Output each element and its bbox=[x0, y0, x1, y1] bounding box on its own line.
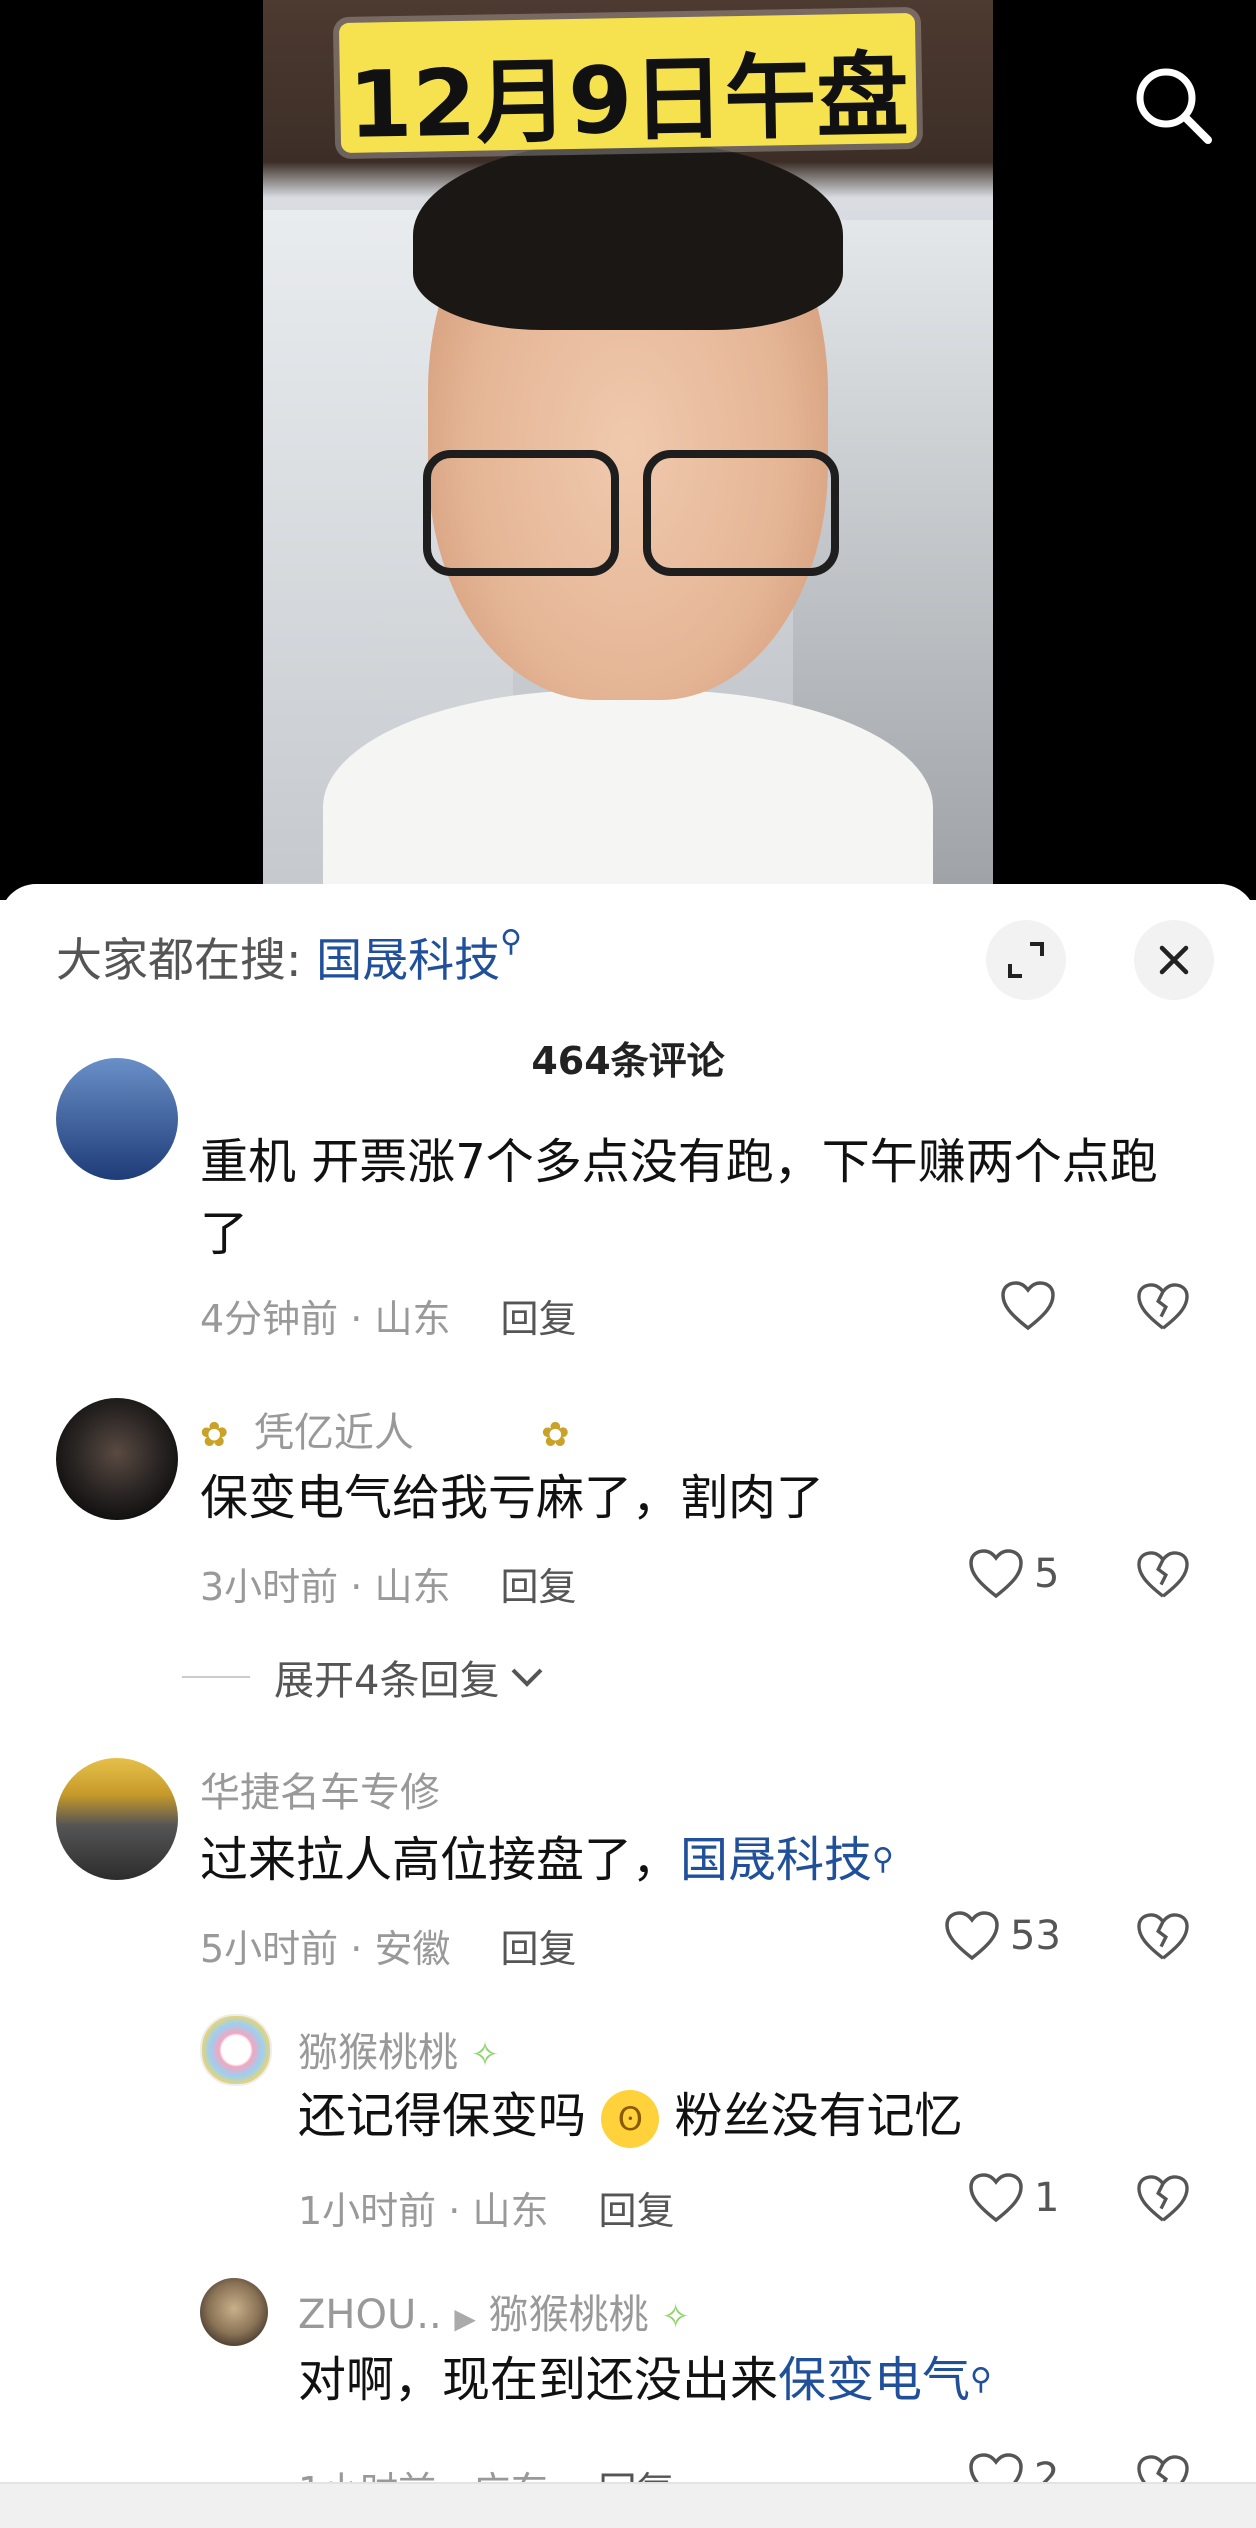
hot-search-label: 大家都在搜: bbox=[56, 933, 302, 987]
comment-location: 安徽 bbox=[374, 1927, 451, 1971]
hot-search-keyword[interactable]: 国晟科技 bbox=[316, 933, 500, 987]
reply-button[interactable]: 回复 bbox=[500, 1927, 576, 1971]
reply-username[interactable]: ZHOU.. ▶ 猕猴桃桃 ✧ bbox=[298, 2282, 690, 2340]
video-title: 12月9日午盘 bbox=[347, 42, 910, 159]
reply-button[interactable]: 回复 bbox=[500, 1565, 576, 1609]
fairy-icon: ✧ bbox=[661, 2297, 690, 2337]
comment-meta: 3小时前 · 山东 回复 bbox=[200, 1565, 577, 1609]
search-icon[interactable] bbox=[1128, 60, 1218, 150]
heart-icon bbox=[945, 1911, 999, 1961]
chevron-down-icon bbox=[512, 1668, 543, 1687]
search-mini-icon: ⚲ bbox=[500, 924, 523, 959]
reply-button[interactable]: 回复 bbox=[500, 1297, 576, 1341]
comment-panel: 大家都在搜: 国晟科技⚲ 464条评论 重机 开票涨7个多点没有跑，下午赚两个点… bbox=[0, 884, 1256, 2526]
avatar[interactable] bbox=[56, 1758, 178, 1880]
heart-icon bbox=[969, 2173, 1023, 2223]
comment-text: 过来拉人高位接盘了，国晟科技⚲ bbox=[200, 1832, 895, 1888]
video-title-banner: 12月9日午盘 bbox=[338, 12, 918, 159]
broken-heart-icon[interactable] bbox=[1136, 1550, 1190, 1604]
topic-link[interactable]: 保变电气 bbox=[778, 2352, 970, 2408]
comment-meta: 5小时前 · 安徽 回复 bbox=[200, 1927, 577, 1971]
comment-username[interactable]: ✿ 凭亿近人 ✿ bbox=[200, 1400, 570, 1458]
close-icon[interactable] bbox=[1134, 920, 1214, 1000]
reply-location: 山东 bbox=[472, 2189, 549, 2233]
bee-icon: ✿ bbox=[541, 1415, 570, 1455]
broken-heart-icon[interactable] bbox=[1136, 1912, 1190, 1966]
like-button[interactable] bbox=[1000, 1280, 1056, 1332]
comment-count: 464条评论 bbox=[531, 1039, 725, 1083]
heart-icon bbox=[1001, 1281, 1055, 1331]
comment-input-bar[interactable] bbox=[0, 2482, 1256, 2528]
person-hair bbox=[413, 140, 843, 330]
avatar[interactable] bbox=[200, 2014, 272, 2086]
avatar[interactable] bbox=[56, 1398, 178, 1520]
comment-text: 重机 开票涨7个多点没有跑，下午赚两个点跑了 bbox=[200, 1134, 1158, 1262]
expand-replies[interactable]: 展开4条回复 bbox=[182, 1648, 547, 1706]
reply-arrow-icon: ▶ bbox=[454, 2302, 476, 2335]
comment-time: 5小时前 bbox=[200, 1927, 339, 1971]
comment-location: 山东 bbox=[374, 1565, 451, 1609]
like-count: 53 bbox=[1010, 1913, 1061, 1959]
search-mini-icon: ⚲ bbox=[872, 1842, 895, 1877]
like-button[interactable]: 1 bbox=[968, 2172, 1059, 2224]
search-mini-icon: ⚲ bbox=[970, 2362, 993, 2397]
like-button[interactable]: 53 bbox=[944, 1910, 1061, 1962]
bee-icon: ✿ bbox=[200, 1415, 229, 1455]
reply-meta: 1小时前 · 山东 回复 bbox=[298, 2189, 675, 2233]
comment-meta: 4分钟前 · 山东 回复 bbox=[200, 1297, 577, 1341]
expand-replies-label: 展开4条回复 bbox=[274, 1658, 500, 1704]
comment-time: 3小时前 bbox=[200, 1565, 339, 1609]
divider bbox=[182, 1676, 250, 1678]
glasses bbox=[413, 450, 843, 576]
avatar[interactable] bbox=[56, 1058, 178, 1180]
avatar[interactable] bbox=[200, 2278, 268, 2346]
comment-text: 保变电气给我亏麻了，割肉了 bbox=[200, 1470, 825, 1526]
heart-icon bbox=[969, 1549, 1023, 1599]
fairy-icon: ✧ bbox=[470, 2035, 500, 2075]
reply-text: 对啊，现在到还没出来保变电气⚲ bbox=[298, 2352, 993, 2408]
comment-location: 山东 bbox=[374, 1297, 451, 1341]
like-button[interactable]: 5 bbox=[968, 1548, 1059, 1600]
reply-username[interactable]: 猕猴桃桃 ✧ bbox=[298, 2020, 499, 2078]
broken-heart-icon[interactable] bbox=[1136, 1282, 1190, 1336]
hot-search-bar[interactable]: 大家都在搜: 国晟科技⚲ bbox=[56, 924, 522, 990]
reply-text: 还记得保变吗 ʘ 粉丝没有记忆 bbox=[298, 2080, 1198, 2152]
topic-link[interactable]: 国晟科技 bbox=[680, 1832, 872, 1888]
reply-time: 1小时前 bbox=[298, 2189, 437, 2233]
like-count: 1 bbox=[1034, 2175, 1060, 2221]
expand-icon[interactable] bbox=[986, 920, 1066, 1000]
comment-username[interactable]: 华捷名车专修 bbox=[200, 1760, 440, 1818]
video-player[interactable]: 12月9日午盘 bbox=[0, 0, 1256, 900]
comment-time: 4分钟前 bbox=[200, 1297, 339, 1341]
emoji-icon: ʘ bbox=[601, 2090, 660, 2148]
broken-heart-icon[interactable] bbox=[1136, 2174, 1190, 2228]
person-shirt bbox=[323, 690, 933, 900]
reply-button[interactable]: 回复 bbox=[598, 2189, 674, 2233]
like-count: 5 bbox=[1034, 1551, 1060, 1597]
